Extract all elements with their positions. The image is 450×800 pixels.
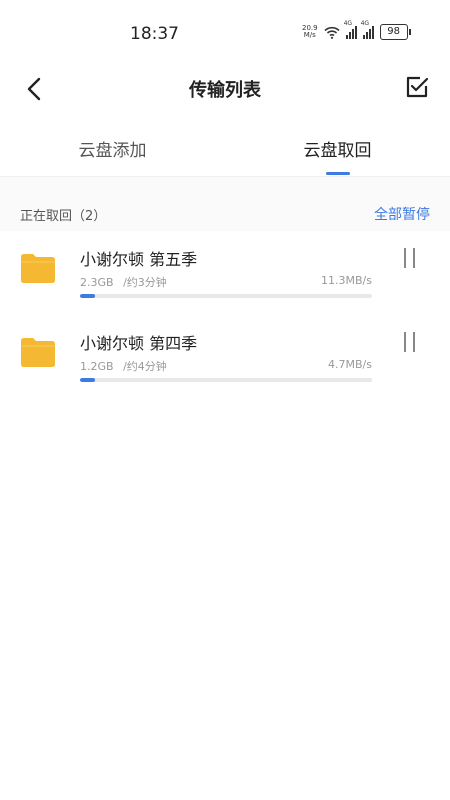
page-title: 传输列表 — [189, 80, 261, 101]
item-speed: 11.3MB/s — [321, 274, 372, 287]
list-item[interactable]: 小谢尔顿 第五季 2.3GB /约3分钟 11.3MB/s — [0, 238, 450, 318]
tab-cloud-add[interactable]: 云盘添加 — [0, 130, 225, 178]
item-speed: 4.7MB/s — [328, 358, 372, 371]
status-bar: 18:37 20.9 M/s 4G 4G 98 — [0, 0, 450, 66]
item-meta: 1.2GB /约4分钟 — [80, 358, 167, 374]
item-name: 小谢尔顿 第四季 — [80, 334, 198, 353]
folder-icon — [21, 254, 55, 283]
list-item[interactable]: 小谢尔顿 第四季 1.2GB /约4分钟 4.7MB/s — [0, 322, 450, 402]
signal-tag-1: 4G — [343, 20, 353, 27]
item-meta: 2.3GB /约3分钟 — [80, 274, 167, 290]
item-size: 1.2GB — [80, 360, 114, 373]
pause-all-button[interactable]: 全部暂停 — [374, 204, 430, 224]
section-label: 正在取回（2） — [20, 209, 107, 224]
battery-icon: 98 — [379, 24, 411, 40]
app-header: 传输列表 — [0, 66, 450, 110]
wifi-icon — [324, 26, 340, 39]
status-icons: 20.9 M/s 4G 4G 98 — [302, 20, 411, 40]
folder-icon — [21, 338, 55, 367]
status-time: 18:37 — [130, 24, 179, 44]
net-speed-unit: M/s — [303, 31, 316, 39]
item-eta: /约3分钟 — [123, 276, 167, 289]
check-square-icon — [406, 76, 429, 98]
signal-tag-2: 4G — [360, 20, 370, 27]
pause-button[interactable] — [404, 248, 418, 268]
progress-bar — [80, 378, 372, 382]
signal-icon-1: 4G — [344, 20, 357, 39]
item-size: 2.3GB — [80, 276, 114, 289]
progress-bar — [80, 294, 372, 298]
item-eta: /约4分钟 — [123, 360, 167, 373]
signal-icon-2: 4G — [361, 20, 374, 39]
tab-cloud-retrieve[interactable]: 云盘取回 — [225, 130, 450, 178]
progress-fill — [80, 294, 95, 298]
section-header: 正在取回（2） 全部暂停 — [0, 176, 450, 231]
item-name: 小谢尔顿 第五季 — [80, 250, 198, 269]
progress-fill — [80, 378, 95, 382]
select-button[interactable] — [404, 74, 430, 100]
pause-button[interactable] — [404, 332, 418, 352]
tab-bar: 云盘添加 云盘取回 — [0, 130, 450, 178]
net-speed: 20.9 M/s — [302, 25, 318, 39]
